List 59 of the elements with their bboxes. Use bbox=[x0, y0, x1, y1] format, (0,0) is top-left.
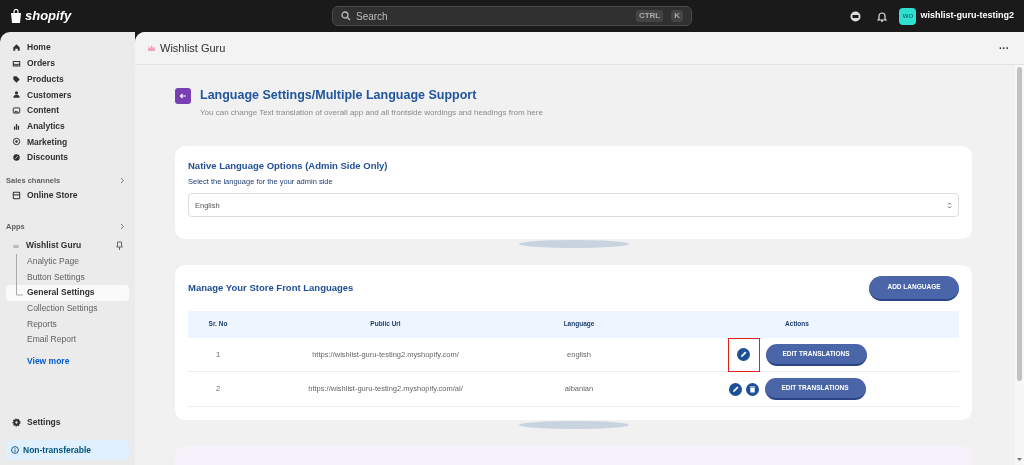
nav-item[interactable]: Analytics bbox=[6, 118, 129, 135]
nav-item[interactable]: Orders bbox=[6, 55, 129, 72]
info-icon bbox=[11, 446, 19, 454]
storefront-icon bbox=[12, 191, 21, 200]
view-more-link[interactable]: View more bbox=[27, 354, 129, 368]
page-title: Language Settings/Multiple Language Support bbox=[200, 87, 478, 104]
bell-icon[interactable] bbox=[877, 10, 888, 22]
store-icon[interactable] bbox=[850, 10, 862, 22]
nav-item[interactable]: Online Store bbox=[6, 187, 129, 204]
submenu-item[interactable]: General Settings bbox=[6, 284, 129, 301]
crown-icon bbox=[147, 44, 156, 52]
store-name[interactable]: wishlist-guru-testing2 bbox=[920, 9, 1014, 23]
nav-item[interactable]: Products bbox=[6, 71, 129, 88]
submenu-item[interactable]: Reports bbox=[6, 316, 129, 332]
select-arrows-icon bbox=[947, 201, 952, 209]
submenu-item[interactable]: Button Settings bbox=[6, 269, 129, 285]
tag-icon bbox=[12, 74, 21, 84]
chart-icon bbox=[12, 121, 21, 131]
tree-line bbox=[16, 253, 24, 298]
shopping-bag-icon bbox=[10, 9, 22, 23]
submenu-item[interactable]: Email Report bbox=[6, 331, 129, 348]
card-title: Manage Your Store Front Languages bbox=[188, 281, 354, 296]
trash-icon[interactable] bbox=[745, 382, 759, 396]
app-title: Wishlist Guru bbox=[160, 40, 226, 56]
scrollbar[interactable] bbox=[1015, 65, 1024, 465]
target-icon bbox=[12, 137, 21, 147]
app-name[interactable]: Wishlist Guru bbox=[26, 239, 110, 252]
discount-icon bbox=[12, 153, 21, 163]
search-icon bbox=[341, 11, 351, 21]
back-button[interactable] bbox=[175, 88, 191, 104]
nav-item[interactable]: Content bbox=[6, 102, 129, 119]
submenu-item[interactable]: Collection Settings bbox=[6, 300, 129, 317]
card-title: Native Language Options (Admin Side Only) bbox=[188, 158, 389, 173]
store-avatar[interactable]: wo bbox=[899, 7, 917, 25]
inbox-icon bbox=[12, 59, 21, 69]
chevron-right-icon[interactable] bbox=[120, 177, 125, 184]
nav-item[interactable]: Discounts bbox=[6, 149, 129, 166]
search-field[interactable]: Search CTRL K bbox=[332, 6, 692, 26]
submenu-item[interactable]: Analytic Page bbox=[6, 253, 129, 270]
crown-icon bbox=[12, 241, 20, 250]
nav-item[interactable]: Customers bbox=[6, 87, 129, 103]
home-icon bbox=[12, 43, 21, 53]
image-icon bbox=[12, 106, 21, 116]
brand-logo[interactable]: shopify bbox=[25, 6, 72, 26]
arrow-left-icon bbox=[179, 93, 187, 99]
nav-item[interactable]: Home bbox=[6, 40, 129, 56]
nav-item[interactable]: Marketing bbox=[6, 134, 129, 150]
notice-badge[interactable]: Non-transferable bbox=[6, 440, 129, 460]
chevron-right-icon[interactable] bbox=[120, 223, 125, 230]
more-button[interactable]: ··· bbox=[999, 40, 1009, 56]
edit-icon[interactable] bbox=[728, 382, 742, 396]
shortcut-key: CTRL bbox=[635, 10, 664, 22]
shortcut-key: K bbox=[671, 10, 683, 22]
person-icon bbox=[12, 90, 21, 100]
page-subtitle: You can change Text translation of overall app and all frontside wordings and headings from here bbox=[200, 106, 543, 119]
pin-icon[interactable] bbox=[116, 241, 123, 250]
nav-item[interactable]: Settings bbox=[6, 414, 129, 430]
edit-icon[interactable] bbox=[737, 348, 750, 361]
settings-icon bbox=[12, 417, 21, 427]
